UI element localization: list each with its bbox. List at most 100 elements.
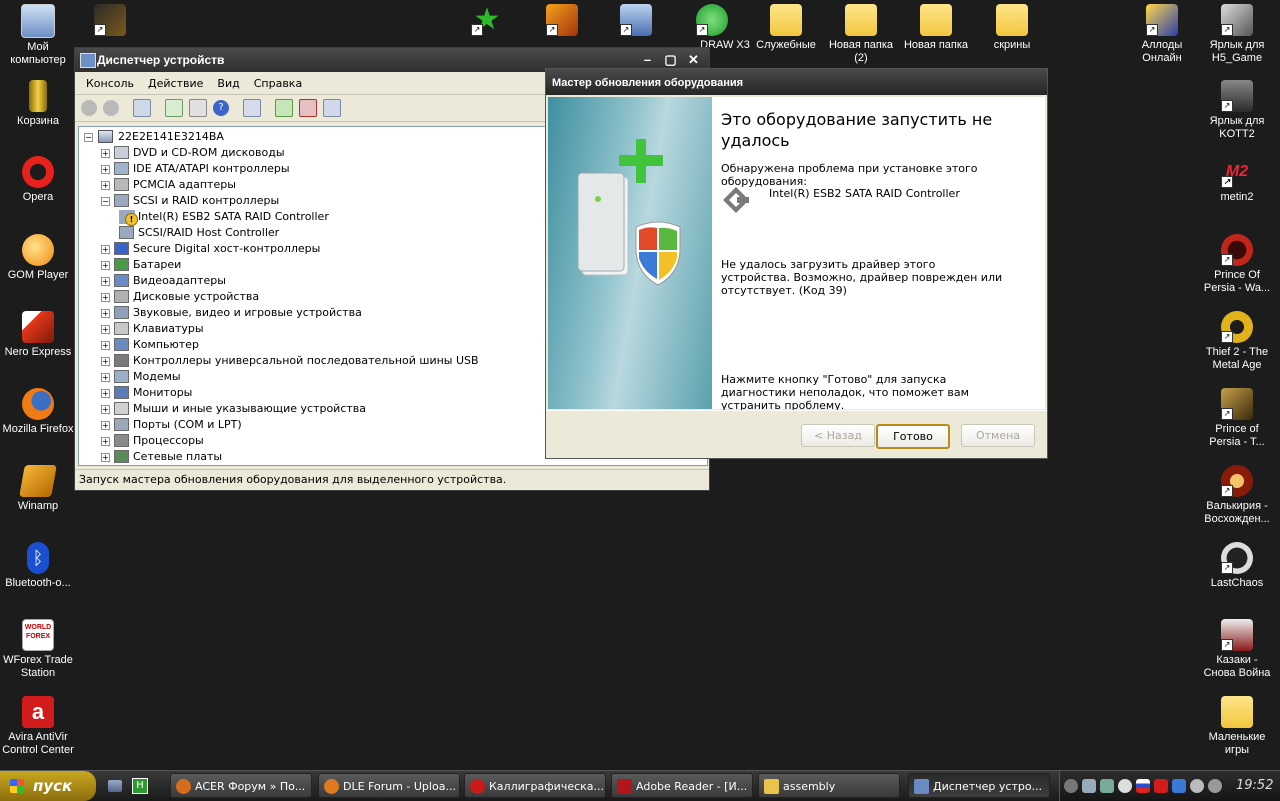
expand-icon[interactable]: + bbox=[101, 373, 110, 382]
desktop-icon-wforex[interactable]: WORLD FOREX WForex Trade Station bbox=[0, 619, 76, 680]
desktop-icon-label: Avira AntiVir Control Center bbox=[2, 731, 74, 756]
desktop-icon-nero-express[interactable]: Nero Express bbox=[0, 311, 76, 359]
desktop-icon-network[interactable]: ↗ bbox=[598, 4, 674, 39]
safely-remove-icon[interactable] bbox=[1100, 779, 1114, 793]
cancel-button[interactable]: Отмена bbox=[961, 424, 1035, 447]
desktop-icon-flash[interactable]: ↗ bbox=[524, 4, 600, 39]
desktop-icon-prince-warrior[interactable]: ↗ Prince Of Persia - Wa... bbox=[1199, 234, 1275, 295]
desktop-icon-recycle-bin[interactable]: Корзина bbox=[0, 80, 76, 128]
taskbar-item[interactable]: assembly bbox=[758, 773, 900, 798]
desktop-icon-allody[interactable]: ↗ Аллоды Онлайн bbox=[1124, 4, 1200, 65]
clock[interactable]: 19:52 bbox=[1236, 771, 1273, 801]
avira-tray-icon[interactable] bbox=[1154, 779, 1168, 793]
desktop-icon-kazaki[interactable]: ↗ Казаки - Снова Война bbox=[1199, 619, 1275, 680]
taskbar-item-active[interactable]: Диспетчер устро... bbox=[908, 773, 1050, 798]
language-flag-icon[interactable] bbox=[1136, 779, 1150, 793]
desktop-icon-label: Prince of Persia - T... bbox=[1209, 423, 1265, 448]
expand-icon[interactable]: + bbox=[101, 357, 110, 366]
desktop-icon-sluzhebnye[interactable]: Служебные bbox=[748, 4, 824, 52]
console-tree-icon[interactable] bbox=[133, 99, 151, 117]
expand-icon[interactable]: + bbox=[101, 181, 110, 190]
scan-hardware-icon[interactable] bbox=[243, 99, 261, 117]
menu-action[interactable]: Действие bbox=[141, 77, 210, 90]
forward-icon[interactable] bbox=[103, 100, 119, 116]
maximize-button[interactable]: ▢ bbox=[661, 51, 680, 68]
device-category-icon bbox=[119, 226, 134, 239]
back-button[interactable]: < Назад bbox=[801, 424, 875, 447]
expand-icon[interactable]: + bbox=[101, 245, 110, 254]
desktop-icon-valkyria[interactable]: ↗ Валькирия - Восхожден... bbox=[1199, 465, 1275, 526]
collapse-icon[interactable]: − bbox=[84, 133, 93, 142]
desktop-icon-metin2[interactable]: M2 ↗ metin2 bbox=[1199, 156, 1275, 204]
desktop-icon-gom-player[interactable]: GOM Player bbox=[0, 234, 76, 282]
collapse-icon[interactable]: − bbox=[101, 197, 110, 206]
quick-launch-arrow-icon[interactable] bbox=[108, 780, 122, 792]
desktop-icon-avira[interactable]: a Avira AntiVir Control Center bbox=[0, 696, 76, 757]
desktop-icon-prince-two-thrones[interactable]: ↗ Prince of Persia - T... bbox=[1199, 388, 1275, 449]
desktop-icon-label: Мой компьютер bbox=[10, 41, 66, 66]
firefox-icon bbox=[324, 779, 339, 794]
expand-icon[interactable]: + bbox=[101, 149, 110, 158]
tree-item-label: Сетевые платы bbox=[133, 450, 223, 463]
desktop-icon-green-star[interactable]: ★ ↗ bbox=[449, 4, 525, 39]
desktop-icon-small-games[interactable]: Маленькие игры bbox=[1199, 696, 1275, 757]
minimize-button[interactable]: – bbox=[638, 51, 657, 68]
update-icon[interactable] bbox=[1208, 779, 1222, 793]
desktop-icon-firefox[interactable]: Mozilla Firefox bbox=[0, 388, 76, 436]
start-button[interactable]: пуск bbox=[0, 771, 96, 801]
export-icon[interactable] bbox=[165, 99, 183, 117]
taskbar-item[interactable]: Каллиграфическа... bbox=[464, 773, 606, 798]
desktop-icon-coreldraw[interactable]: ↗ DRAW X3 bbox=[674, 4, 750, 52]
wizard-titlebar[interactable]: Мастер обновления оборудования bbox=[546, 69, 1047, 95]
expand-icon[interactable]: + bbox=[101, 261, 110, 270]
tree-item-label: Видеоадаптеры bbox=[133, 274, 226, 287]
expand-icon[interactable]: + bbox=[101, 421, 110, 430]
opera-icon bbox=[22, 156, 54, 188]
expand-icon[interactable]: + bbox=[101, 453, 110, 462]
desktop-icon-new-folder[interactable]: Новая папка bbox=[898, 4, 974, 52]
close-button[interactable]: ✕ bbox=[684, 51, 703, 68]
update-driver-icon[interactable] bbox=[275, 99, 293, 117]
volume-icon[interactable] bbox=[1190, 779, 1204, 793]
finish-button[interactable]: Готово bbox=[876, 424, 950, 449]
disable-icon[interactable] bbox=[323, 99, 341, 117]
device-category-icon bbox=[114, 370, 129, 383]
expand-icon[interactable]: + bbox=[101, 389, 110, 398]
shield-icon[interactable] bbox=[1172, 779, 1186, 793]
menu-console[interactable]: Консоль bbox=[79, 77, 141, 90]
quick-launch-app-icon[interactable]: H bbox=[132, 778, 148, 794]
desktop-icon-opera[interactable]: Opera bbox=[0, 156, 76, 204]
taskbar-item[interactable]: Adobe Reader - [И... bbox=[611, 773, 753, 798]
menu-view[interactable]: Вид bbox=[210, 77, 246, 90]
back-icon[interactable] bbox=[81, 100, 97, 116]
expand-icon[interactable]: + bbox=[101, 165, 110, 174]
desktop-icon-kott2[interactable]: ↗ Ярлык для KOTT2 bbox=[1199, 80, 1275, 141]
expand-icon[interactable]: + bbox=[101, 405, 110, 414]
menu-help[interactable]: Справка bbox=[247, 77, 309, 90]
desktop-icon-thief2[interactable]: ↗ Thief 2 - The Metal Age bbox=[1199, 311, 1275, 372]
desktop-icon-h5-game[interactable]: ↗ Ярлык для H5_Game bbox=[1199, 4, 1275, 65]
desktop-icon-new-folder-2[interactable]: Новая папка (2) bbox=[823, 4, 899, 65]
print-icon[interactable] bbox=[189, 99, 207, 117]
desktop-icon-shortcut[interactable]: ↗ bbox=[72, 4, 148, 39]
help-icon[interactable]: ? bbox=[213, 100, 229, 116]
expand-icon[interactable]: + bbox=[101, 437, 110, 446]
expand-icon[interactable]: + bbox=[101, 277, 110, 286]
taskbar-item[interactable]: DLE Forum - Uploa... bbox=[318, 773, 460, 798]
expand-icon[interactable]: + bbox=[101, 309, 110, 318]
taskbar-item[interactable]: ACER Форум » По... bbox=[170, 773, 312, 798]
desktop-icon-skriny[interactable]: скрины bbox=[974, 4, 1050, 52]
desktop-icon-winamp[interactable]: Winamp bbox=[0, 465, 76, 513]
expand-icon[interactable]: + bbox=[101, 293, 110, 302]
desktop-icon-label: Аллоды Онлайн bbox=[1141, 39, 1183, 64]
expand-icon[interactable]: + bbox=[101, 341, 110, 350]
desktop-icon-lastchaos[interactable]: ↗ LastChaos bbox=[1199, 542, 1275, 590]
tray-expand-icon[interactable] bbox=[1064, 779, 1078, 793]
expand-icon[interactable]: + bbox=[101, 325, 110, 334]
cloud-icon[interactable] bbox=[1118, 779, 1132, 793]
network-icon[interactable] bbox=[1082, 779, 1096, 793]
uninstall-icon[interactable] bbox=[299, 99, 317, 117]
desktop-icon-my-computer[interactable]: Мой компьютер bbox=[0, 4, 76, 67]
desktop-icon-bluetooth[interactable]: ᛒ Bluetooth-о... bbox=[0, 542, 76, 590]
desktop-icon-label: Opera bbox=[22, 191, 54, 203]
